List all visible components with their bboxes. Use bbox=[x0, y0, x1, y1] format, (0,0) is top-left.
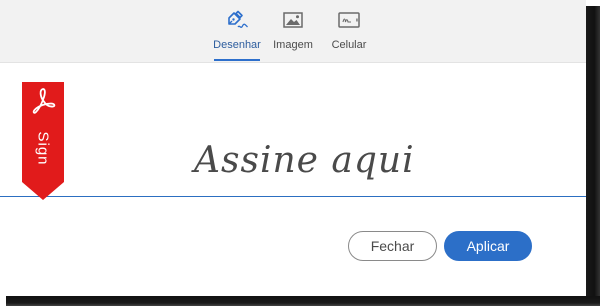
mobile-signature-icon bbox=[338, 12, 360, 28]
signature-mode-tabs: Desenhar Imagem Celular bbox=[0, 0, 586, 62]
sign-ribbon-label: Sign bbox=[34, 130, 52, 166]
signature-dialog: Desenhar Imagem Celular Assine aqui Sign… bbox=[0, 0, 586, 296]
tab-image[interactable]: Imagem bbox=[268, 0, 318, 62]
signature-mode-toolbar: Desenhar Imagem Celular bbox=[0, 0, 586, 63]
tab-mobile[interactable]: Celular bbox=[324, 0, 374, 62]
tab-draw[interactable]: Desenhar bbox=[212, 0, 262, 62]
signature-placeholder: Assine aqui bbox=[194, 140, 415, 181]
apply-button[interactable]: Aplicar bbox=[444, 231, 532, 261]
ribbon-label-wrap: Sign bbox=[22, 118, 64, 178]
tab-image-label: Imagem bbox=[273, 39, 313, 51]
image-icon bbox=[283, 12, 303, 28]
dialog-shadow-bottom bbox=[6, 296, 600, 306]
tab-draw-label: Desenhar bbox=[213, 39, 261, 51]
pen-draw-icon bbox=[228, 10, 248, 28]
close-button[interactable]: Fechar bbox=[348, 231, 437, 261]
tab-mobile-label: Celular bbox=[331, 39, 367, 51]
dialog-shadow-right bbox=[586, 6, 600, 306]
signature-baseline bbox=[0, 196, 586, 197]
